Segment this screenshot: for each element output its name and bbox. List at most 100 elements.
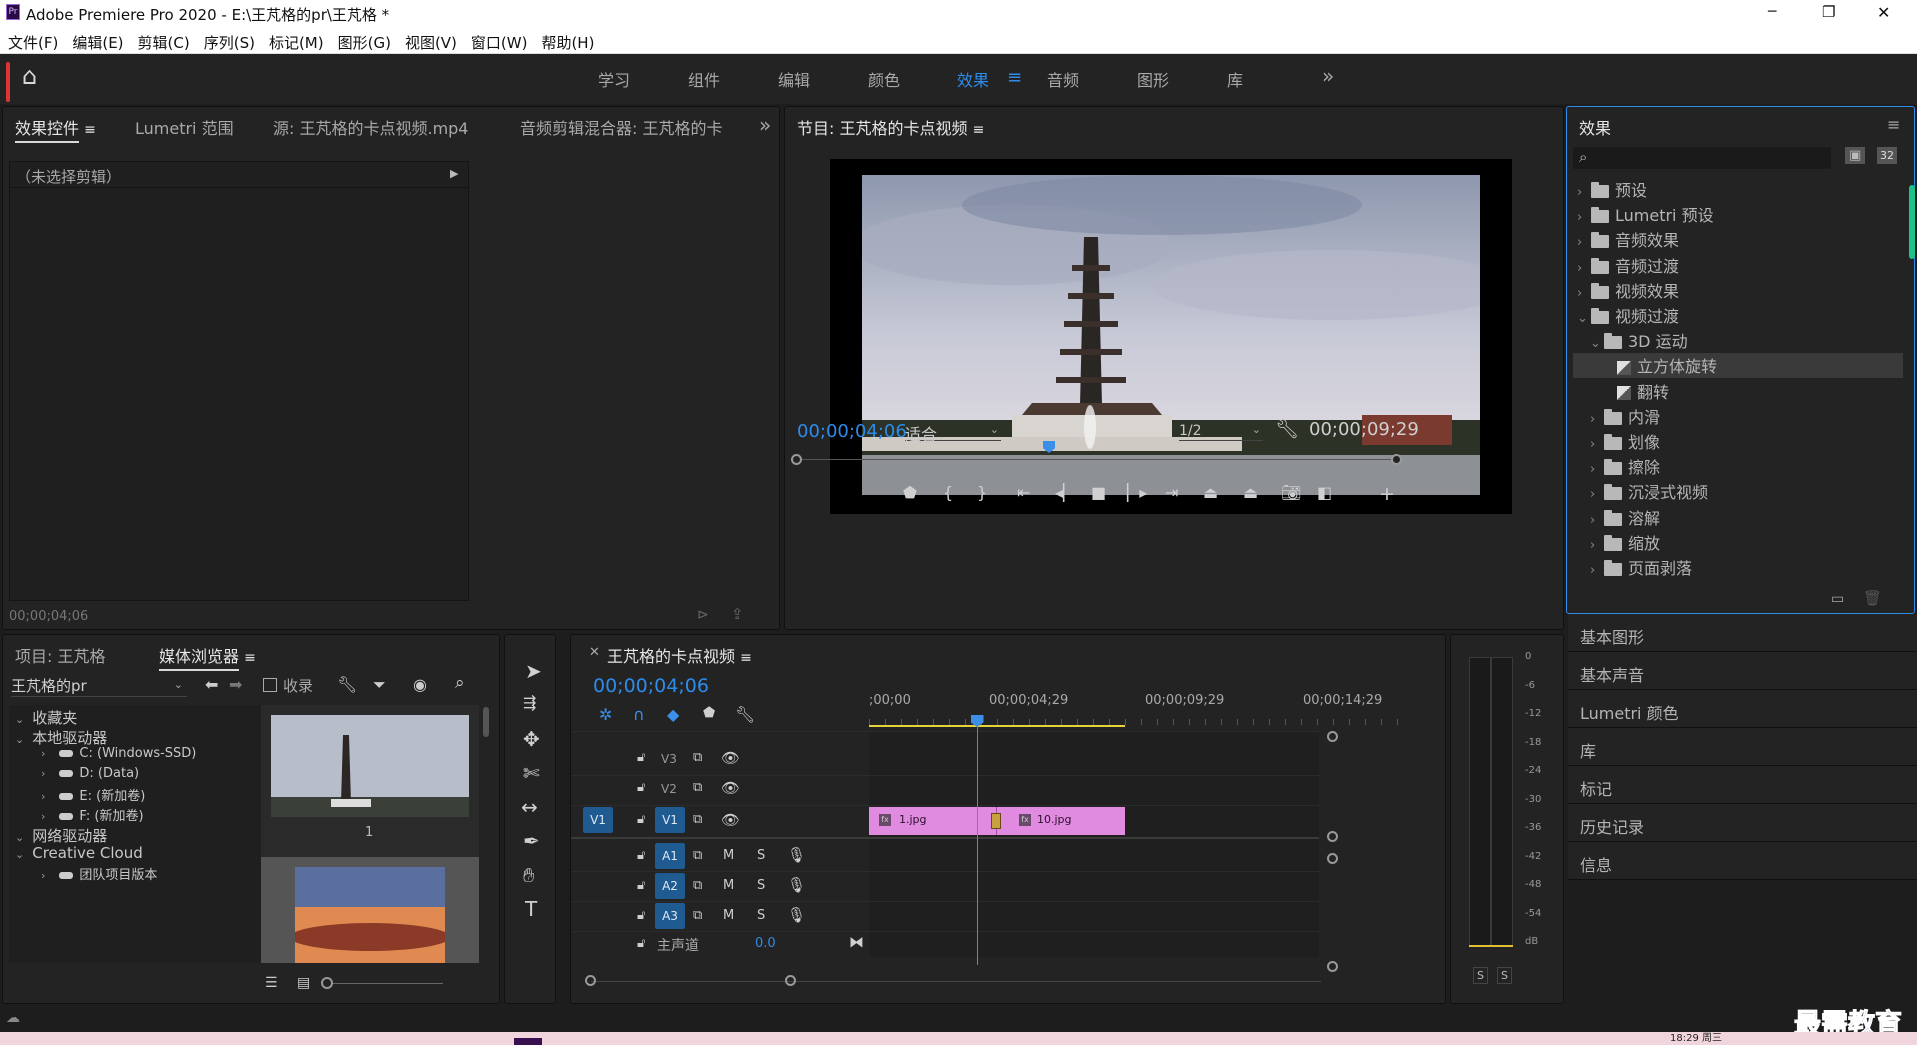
master-link-icon[interactable]: ⧓ [849, 933, 864, 951]
track-a1-target[interactable]: A1 [655, 843, 685, 869]
effects-item-13[interactable]: › 溶解 [1590, 505, 1660, 530]
menu-file[interactable]: 文件(F) [8, 34, 58, 52]
timeline-zoom-left-handle[interactable] [585, 975, 596, 986]
chevron-down-icon[interactable]: ⌄ [1590, 336, 1604, 351]
eye-icon[interactable]: 👁︎ [721, 749, 740, 767]
ripple-edit-tool-icon[interactable]: ✥ [523, 727, 540, 751]
menu-clip[interactable]: 剪辑(C) [138, 34, 190, 52]
zoom-slider-handle[interactable] [321, 977, 333, 989]
chevron-right-icon[interactable]: › [41, 869, 45, 882]
time-ruler[interactable]: ;00;00 00;00;04;29 00;00;09;29 00;00;14;… [869, 687, 1409, 727]
effects-item-14[interactable]: › 缩放 [1590, 530, 1660, 555]
media-tree-item-5[interactable]: › F: (新加卷) [41, 805, 144, 824]
menu-window[interactable]: 窗口(W) [471, 34, 528, 52]
accelerated-effects-icon[interactable]: ▣ [1845, 147, 1866, 164]
linked-selection-icon[interactable]: ∩ [633, 705, 645, 724]
effects-item-10[interactable]: › 划像 [1590, 429, 1660, 454]
mark-in-icon[interactable]: { [943, 483, 953, 502]
info-panel[interactable]: 信息 [1568, 842, 1917, 880]
program-playhead[interactable] [1043, 441, 1055, 453]
export-icon[interactable]: ⇪ [731, 605, 744, 623]
panel-overflow-icon[interactable]: » [759, 113, 771, 137]
track-a3-target[interactable]: A3 [655, 903, 685, 929]
eye-icon[interactable]: 👁︎ [721, 779, 740, 797]
mute-button[interactable]: M [723, 878, 734, 893]
media-browser-scrollbar[interactable] [483, 707, 489, 737]
new-bin-icon[interactable]: ▭ [1831, 591, 1844, 607]
view-eye-icon[interactable]: ◉ [413, 675, 427, 694]
fit-dropdown[interactable]: 适合 ⌄ [905, 421, 1001, 444]
workspace-effects[interactable]: 效果 [957, 67, 989, 91]
effects-scrollbar[interactable] [1909, 185, 1915, 259]
essential-sound-panel[interactable]: 基本声音 [1568, 652, 1917, 690]
tab-media-browser[interactable]: 媒体浏览器 ≡ [159, 643, 256, 671]
timeline-zoom-right-handle[interactable] [785, 975, 796, 986]
search-icon[interactable]: ⌕ [455, 673, 465, 693]
solo-left-button[interactable]: S [1473, 967, 1488, 984]
media-tree-item-6[interactable]: ⌄ 网络驱动器 [15, 825, 107, 845]
effects-search-input[interactable]: ⌕ [1573, 147, 1831, 169]
clip-1jpg[interactable]: fx 1.jpg [869, 807, 997, 835]
wrench-icon[interactable]: 🔧︎ [1275, 417, 1299, 440]
solo-button[interactable]: S [757, 908, 765, 923]
menu-graphics[interactable]: 图形(G) [338, 34, 391, 52]
workspace-learn[interactable]: 学习 [598, 67, 630, 91]
taskbar-app-icon[interactable] [514, 1038, 542, 1045]
chevron-right-icon[interactable]: › [1577, 286, 1591, 301]
chevron-right-icon[interactable]: › [1590, 462, 1604, 477]
workspace-assembly[interactable]: 组件 [688, 67, 720, 91]
tab-lumetri-scopes[interactable]: Lumetri 范围 [135, 115, 234, 139]
home-icon[interactable]: ⌂ [22, 64, 37, 88]
audio-scroll-handle[interactable] [1327, 961, 1338, 972]
add-marker-flag-icon[interactable]: ◆ [667, 705, 679, 724]
sync-lock-icon[interactable]: ⧉ [693, 878, 702, 893]
sync-lock-icon[interactable]: ⧉ [693, 908, 702, 923]
effects-item-11[interactable]: › 擦除 [1590, 454, 1660, 479]
step-back-icon[interactable]: ◂▏ [1055, 483, 1075, 502]
lock-icon[interactable]: 🔓︎ [637, 848, 645, 863]
clip-10jpg[interactable]: fx 10.jpg [997, 807, 1125, 835]
workspace-libraries[interactable]: 库 [1227, 67, 1243, 91]
chevron-right-icon[interactable]: › [41, 747, 45, 760]
chevron-down-icon[interactable]: ⌄ [15, 713, 24, 726]
tab-audio-clip-mixer[interactable]: 音频剪辑混合器: 王芃格的卡 [520, 115, 722, 139]
play-triangle-icon[interactable]: ▶ [450, 167, 458, 180]
chevron-right-icon[interactable]: › [1577, 235, 1591, 250]
timeline-playhead[interactable] [970, 715, 984, 965]
libraries-panel[interactable]: 库 [1568, 728, 1917, 766]
effects-item-7[interactable]: 立方体旋转 [1573, 353, 1903, 379]
chevron-right-icon[interactable]: › [1590, 437, 1604, 452]
markers-panel[interactable]: 标记 [1568, 766, 1917, 804]
solo-right-button[interactable]: S [1497, 967, 1512, 984]
media-tree-item-1[interactable]: ⌄ 本地驱动器 [15, 727, 107, 747]
effects-item-6[interactable]: ⌄ 3D 运动 [1590, 328, 1688, 353]
menu-edit[interactable]: 编辑(E) [72, 34, 123, 52]
chevron-right-icon[interactable]: › [41, 810, 45, 823]
scrub-in-handle[interactable] [791, 454, 802, 465]
chevron-right-icon[interactable]: › [1590, 563, 1604, 578]
effects-item-2[interactable]: › 音频效果 [1577, 227, 1679, 252]
chevron-right-icon[interactable]: › [1590, 513, 1604, 528]
chevron-right-icon[interactable]: › [1577, 261, 1591, 276]
chevron-right-icon[interactable]: › [41, 790, 45, 803]
sync-lock-icon[interactable]: ⧉ [693, 848, 702, 863]
menu-help[interactable]: 帮助(H) [541, 34, 594, 52]
selection-tool-icon[interactable]: ➤ [525, 659, 542, 683]
lock-icon[interactable]: 🔓︎ [637, 780, 645, 795]
menu-view[interactable]: 视图(V) [405, 34, 457, 52]
sync-lock-icon[interactable]: ⧉ [693, 750, 702, 765]
effects-item-3[interactable]: › 音频过渡 [1577, 253, 1679, 278]
chevron-down-icon[interactable]: ⌄ [15, 733, 24, 746]
chevron-down-icon[interactable]: ⌄ [1577, 311, 1591, 326]
thumbnail-pagoda[interactable] [271, 715, 469, 817]
close-sequence-icon[interactable]: ✕ [589, 645, 600, 660]
chevron-down-icon[interactable]: ⌄ [15, 831, 24, 844]
stop-icon[interactable]: ■ [1091, 483, 1106, 502]
chevron-right-icon[interactable]: › [1590, 487, 1604, 502]
menu-sequence[interactable]: 序列(S) [204, 34, 255, 52]
chevron-right-icon[interactable]: › [1577, 210, 1591, 225]
master-volume-value[interactable]: 0.0 [755, 936, 776, 951]
lock-icon[interactable]: 🔓︎ [637, 908, 645, 923]
panel-menu-icon[interactable]: ≡ [1887, 115, 1900, 134]
work-area-bar[interactable] [869, 725, 1125, 727]
